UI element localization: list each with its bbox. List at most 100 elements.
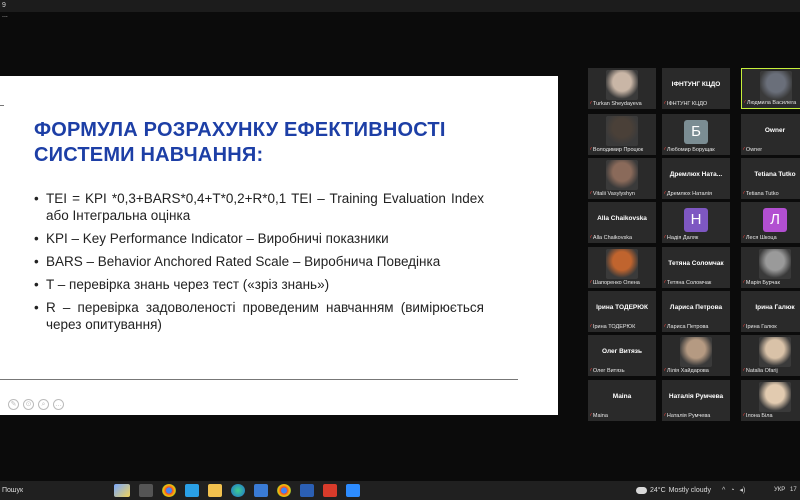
word-icon[interactable]	[300, 484, 314, 497]
participant-tile[interactable]: Ірина ТОДЕРЮК ⁄ Ірина ТОДЕРЮК	[588, 291, 656, 332]
window-title-bar: 9	[0, 0, 800, 12]
search-label: Пошук	[2, 487, 24, 494]
participant-name: Vitalii Vasylyshyn	[592, 191, 635, 197]
participant-display-name: Owner	[764, 127, 786, 134]
participant-tile[interactable]: ІФНТУНГ КЦДО ⁄ ІФНТУНГ КЦДО	[662, 68, 730, 109]
participant-tile[interactable]: ⁄ Людмила Василега	[741, 68, 800, 109]
zoom-icon[interactable]: ⌕	[38, 399, 49, 410]
acrobat-icon[interactable]	[323, 484, 337, 497]
participant-name-label: ⁄ Володимир Процюк	[590, 147, 655, 154]
participant-tile[interactable]: ⁄ Vitalii Vasylyshyn	[588, 158, 656, 199]
participant-video	[680, 337, 712, 367]
participant-name: Леся Шкоца	[745, 235, 777, 241]
participant-name-label: ⁄ Наталія Румчева	[664, 413, 729, 420]
zoom-app-icon[interactable]	[346, 484, 360, 497]
participant-tile[interactable]: Л ⁄ Леся Шкоца	[741, 202, 800, 243]
participant-name-label: ⁄ Maina	[590, 413, 655, 420]
participant-tile[interactable]: ⁄ Turkan Sheydayeva	[588, 68, 656, 109]
language-indicator[interactable]: УКР	[774, 484, 785, 497]
participant-name: Ілона Біла	[745, 413, 773, 419]
participant-display-name: Tetiana Tutko	[754, 171, 796, 178]
participant-tile[interactable]: ⁄ Ілона Біла	[741, 380, 800, 421]
wifi-icon[interactable]: ◔	[730, 484, 734, 497]
participant-tile[interactable]: Тетяна Соломчак ⁄ Тетяна Соломчак	[662, 247, 730, 288]
participant-tile[interactable]: Лариса Петрова ⁄ Лариса Петрова	[662, 291, 730, 332]
participant-tile[interactable]: Ірина Галюк ⁄ Ірина Галюк	[741, 291, 800, 332]
participant-display-name: Наталія Румчева	[668, 393, 724, 400]
muted-mic-icon: ⁄	[743, 147, 744, 153]
muted-mic-icon: ⁄	[590, 413, 591, 419]
participant-name-label: ⁄ ІФНТУНГ КЦДО	[664, 101, 729, 108]
avatar: Н	[684, 208, 708, 232]
participant-name: Natalia Ofarij	[745, 368, 778, 374]
participant-name-label: ⁄ Любомир Борущак	[664, 147, 729, 154]
participant-display-name: ІФНТУНГ КЦДО	[671, 81, 721, 88]
participant-video	[606, 116, 638, 146]
pen-icon[interactable]: ✎	[8, 399, 19, 410]
chrome-icon[interactable]	[162, 484, 176, 497]
participant-tile[interactable]: Н ⁄ Надія Даляк	[662, 202, 730, 243]
window-subtitle: ...	[2, 12, 8, 19]
participant-name: Ірина Галюк	[745, 324, 777, 330]
app-icon[interactable]	[185, 484, 199, 497]
slide-bullet: R – перевірка задоволеності проведеним н…	[34, 299, 484, 333]
participant-name: Олег Витязь	[592, 368, 625, 374]
muted-mic-icon: ⁄	[590, 324, 591, 330]
participant-tile[interactable]: Alla Chaikovska ⁄ Alla Chaikovska	[588, 202, 656, 243]
participant-name-label: ⁄ Олег Витязь	[590, 368, 655, 375]
slide-bullet-list: TEI = KPI *0,3+BARS*0,4+T*0,2+R*0,1 TEI …	[34, 190, 484, 339]
participant-tile[interactable]: Наталія Румчева ⁄ Наталія Румчева	[662, 380, 730, 421]
participant-tile[interactable]: ⁄ Володимир Процюк	[588, 114, 656, 155]
sparkle-icon[interactable]	[114, 484, 130, 497]
participant-tile[interactable]: Олег Витязь ⁄ Олег Витязь	[588, 335, 656, 376]
participant-name: Наталія Румчева	[666, 413, 711, 419]
muted-mic-icon: ⁄	[743, 413, 744, 419]
participant-name-label: ⁄ Vitalii Vasylyshyn	[590, 191, 655, 198]
participant-name: Ірина ТОДЕРЮК	[592, 324, 636, 330]
participant-video	[606, 70, 638, 100]
muted-mic-icon: ⁄	[664, 324, 665, 330]
participant-tile[interactable]: ⁄ Шапоренко Олена	[588, 247, 656, 288]
participant-tile[interactable]: Tetiana Tutko ⁄ Tetiana Tutko	[741, 158, 800, 199]
participant-name: Лариса Петрова	[666, 324, 709, 330]
mail-icon[interactable]	[254, 484, 268, 497]
participant-name-label: ⁄ Natalia Ofarij	[743, 368, 800, 375]
slide-title: ФОРМУЛА РОЗРАХУНКУ ЕФЕКТИВНОСТІ СИСТЕМИ …	[34, 119, 446, 166]
clock[interactable]: 17	[790, 484, 797, 497]
window-title: 9	[2, 2, 6, 9]
participant-tile[interactable]: Б ⁄ Любомир Борущак	[662, 114, 730, 155]
avatar: Б	[684, 120, 708, 144]
participant-video	[759, 249, 791, 279]
participant-name: Надія Даляк	[666, 235, 699, 241]
participant-name-label: ⁄ Марія Бурчак	[743, 280, 800, 287]
taskbar-search[interactable]: Пошук	[0, 483, 104, 498]
participant-tile[interactable]: ⁄ Natalia Ofarij	[741, 335, 800, 376]
more-icon[interactable]: …	[53, 399, 64, 410]
task-view-icon[interactable]	[139, 484, 153, 497]
participant-display-name: Maina	[612, 393, 632, 400]
muted-mic-icon: ⁄	[743, 191, 744, 197]
weather-widget[interactable]: 24°C Mostly cloudy	[636, 484, 711, 497]
chrome-profile-icon[interactable]	[277, 484, 291, 497]
participant-tile[interactable]: ⁄ Лілія Хайдарова	[662, 335, 730, 376]
participant-tile[interactable]: Owner ⁄ Owner	[741, 114, 800, 155]
participant-tile[interactable]: Дремлюх Ната... ⁄ Дремлюх Наталія	[662, 158, 730, 199]
participant-name-label: ⁄ Шапоренко Олена	[590, 280, 655, 287]
participant-tile[interactable]: Maina ⁄ Maina	[588, 380, 656, 421]
screen: 9 ... ФОРМУЛА РОЗРАХУНКУ ЕФЕКТИВНОСТІ СИ…	[0, 0, 800, 500]
muted-mic-icon: ⁄	[590, 280, 591, 286]
chevron-up-icon[interactable]: ^	[722, 484, 725, 497]
participant-tile[interactable]: ⁄ Марія Бурчак	[741, 247, 800, 288]
participant-name: Любомир Борущак	[666, 147, 715, 153]
pointer-icon[interactable]: ⊙	[23, 399, 34, 410]
participant-name-label: ⁄ Надія Даляк	[664, 235, 729, 242]
volume-icon[interactable]: ◂)	[740, 484, 746, 497]
weather-description: Mostly cloudy	[668, 487, 712, 494]
file-explorer-icon[interactable]	[208, 484, 222, 497]
slide-bottom-rule	[0, 379, 518, 380]
edge-icon[interactable]	[231, 484, 245, 497]
participant-display-name: Alla Chaikovska	[597, 215, 647, 222]
participant-name-label: ⁄ Tetiana Tutko	[743, 191, 800, 198]
muted-mic-icon: ⁄	[590, 101, 591, 107]
participant-display-name: Ірина ТОДЕРЮК	[596, 304, 648, 311]
